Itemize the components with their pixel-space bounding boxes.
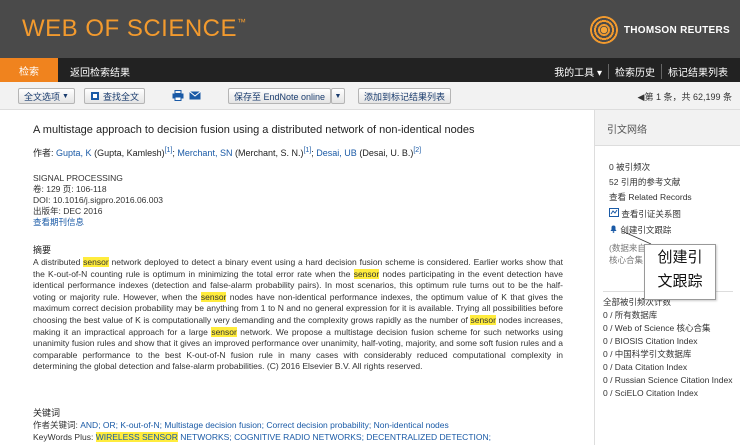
nav-search-tab[interactable]: 检索 bbox=[0, 58, 58, 82]
chevron-down-icon: ▼ bbox=[334, 92, 342, 100]
publication-date: 出版年: DEC 2016 bbox=[33, 206, 103, 216]
my-tools-menu[interactable]: 我的工具 ▾ bbox=[548, 64, 608, 79]
volume-pages: 卷: 129 页: 106-118 bbox=[33, 184, 107, 194]
author-link[interactable]: Desai, UB bbox=[316, 148, 357, 158]
db-count-item: 0 / Web of Science 核心合集 bbox=[603, 323, 711, 333]
save-to-dropdown-toggle[interactable]: ▼ bbox=[331, 88, 345, 104]
thomson-reuters-logo: THOMSON REUTERS bbox=[589, 16, 730, 44]
highlighted-search-term: sensor bbox=[211, 326, 237, 337]
create-citation-alert-link[interactable]: 创建引文跟踪 bbox=[609, 224, 671, 236]
related-records-link[interactable]: 查看 Related Records bbox=[609, 191, 692, 203]
abstract-segment: A distributed bbox=[33, 257, 84, 267]
citation-map-icon bbox=[609, 208, 619, 217]
full-text-options-button[interactable]: 全文选项 ▼ bbox=[18, 88, 75, 104]
print-icon[interactable] bbox=[172, 90, 184, 101]
keyword-plus-links[interactable]: NETWORKS; COGNITIVE RADIO NETWORKS; DECE… bbox=[178, 432, 491, 442]
author-link[interactable]: Merchant, SN bbox=[177, 148, 232, 158]
bell-icon bbox=[610, 225, 617, 233]
find-full-text-button[interactable]: 查找全文 bbox=[84, 88, 146, 104]
add-to-marked-list-button[interactable]: 添加到标记结果列表 bbox=[358, 88, 452, 104]
marked-list-link[interactable]: 标记结果列表 bbox=[661, 64, 734, 79]
save-to-endnote-select[interactable]: 保存至 EndNote online bbox=[228, 88, 332, 104]
record-pagination[interactable]: ◀第 1 条，共 62,199 条 bbox=[638, 90, 732, 103]
author-link[interactable]: Gupta, K bbox=[56, 148, 92, 158]
record-main: A multistage approach to decision fusion… bbox=[0, 110, 594, 445]
chevron-down-icon: ▼ bbox=[60, 92, 69, 100]
web-of-science-logo[interactable]: WEB OF SCIENCE™ bbox=[22, 15, 247, 43]
author-affiliation-ref[interactable]: [1] bbox=[165, 147, 173, 154]
keywords-heading: 关键词 bbox=[33, 408, 61, 418]
create-alert-callout: 创建引 文跟踪 bbox=[644, 244, 716, 300]
author-affiliation-ref[interactable]: [1] bbox=[303, 147, 311, 154]
search-history-link[interactable]: 检索历史 bbox=[608, 64, 661, 79]
authors-line: 作者: Gupta, K (Gupta, Kamlesh)[1]; Mercha… bbox=[33, 147, 422, 158]
record-title: A multistage approach to decision fusion… bbox=[33, 124, 475, 136]
data-source-note-2: 核心合集 bbox=[609, 255, 644, 265]
author-keywords: 作者关键词: AND; OR; K-out-of-N; Multistage d… bbox=[33, 420, 449, 430]
db-count-item: 0 / Russian Science Citation Index bbox=[603, 375, 733, 385]
db-count-item: 0 / SciELO Citation Index bbox=[603, 388, 698, 398]
author-keywords-links[interactable]: AND; OR; K-out-of-N; Multistage decision… bbox=[80, 420, 449, 430]
db-count-item: 0 / Data Citation Index bbox=[603, 362, 688, 372]
author-affiliation-ref[interactable]: [2] bbox=[413, 147, 421, 154]
highlighted-search-term: sensor bbox=[353, 268, 380, 279]
doi: DOI: 10.1016/j.sigpro.2016.06.003 bbox=[33, 195, 163, 205]
top-nav: 检索 返回检索结果 我的工具 ▾ 检索历史 标记结果列表 bbox=[0, 58, 740, 82]
back-to-results-link[interactable]: 返回检索结果 bbox=[70, 64, 130, 79]
abstract-text: A distributed sensor network deployed to… bbox=[33, 257, 563, 373]
citation-map-link[interactable]: 查看引证关系图 bbox=[609, 208, 681, 220]
source-info: SIGNAL PROCESSING 卷: 129 页: 106-118 DOI:… bbox=[33, 173, 163, 228]
abstract-heading: 摘要 bbox=[33, 245, 52, 255]
db-count-item: 0 / 中国科学引文数据库 bbox=[603, 349, 692, 359]
full-text-icon bbox=[91, 92, 99, 100]
highlighted-search-term: sensor bbox=[83, 257, 109, 267]
thomson-reuters-mark-icon bbox=[589, 16, 618, 44]
nav-right-menu: 我的工具 ▾ 检索历史 标记结果列表 bbox=[548, 64, 734, 79]
journal-name: SIGNAL PROCESSING bbox=[33, 173, 123, 183]
cited-references-link[interactable]: 52 引用的参考文献 bbox=[609, 176, 680, 188]
db-count-item: 0 / BIOSIS Citation Index bbox=[603, 336, 698, 346]
db-count-item: 0 / 所有数据库 bbox=[603, 310, 658, 320]
keyword-plus-link[interactable]: WIRELESS SENSOR bbox=[95, 432, 178, 442]
times-cited: 0 被引频次 bbox=[609, 162, 651, 172]
all-times-cited-counts: 全部被引频次计数 0 / 所有数据库 0 / Web of Science 核心… bbox=[603, 296, 737, 400]
keywords-plus: KeyWords Plus: WIRELESS SENSOR NETWORKS;… bbox=[33, 432, 491, 442]
highlighted-search-term: sensor bbox=[200, 291, 227, 302]
email-icon[interactable] bbox=[189, 90, 201, 101]
data-source-note: (数据来自 bbox=[609, 243, 646, 253]
highlighted-search-term: sensor bbox=[470, 314, 496, 325]
journal-info-link[interactable]: 查看期刊信息 bbox=[33, 217, 163, 228]
app-header: WEB OF SCIENCE™ THOMSON REUTERS bbox=[0, 0, 740, 58]
citation-network-heading: 引文网络 bbox=[595, 110, 740, 146]
record-toolbar: 全文选项 ▼ 查找全文 保存至 EndNote online ▼ 添加到标记结果… bbox=[0, 82, 740, 110]
